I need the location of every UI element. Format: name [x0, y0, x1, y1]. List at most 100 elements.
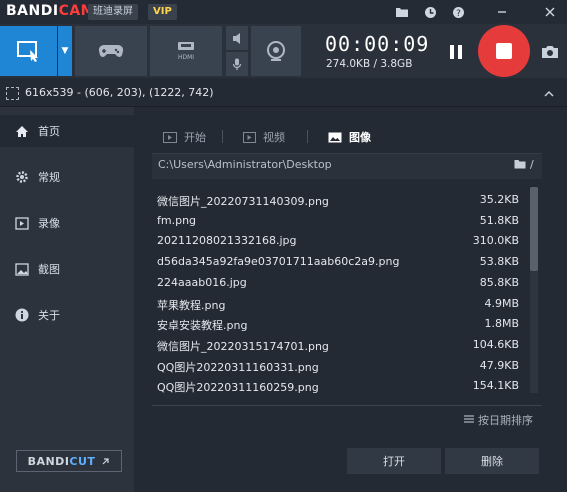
logo-text-bandi: BANDI — [6, 3, 59, 19]
sidebar-item-about[interactable]: 关于 — [0, 299, 134, 331]
sort-by-date-button[interactable]: 按日期排序 — [464, 412, 533, 428]
screenshot-button[interactable] — [538, 40, 562, 64]
microphone-icon — [232, 58, 242, 70]
audio-controls — [226, 26, 248, 76]
file-list: 微信图片_20220731140309.png 35.2KB fm.png 51.8… — [152, 185, 524, 395]
tab-label: 图像 — [349, 131, 371, 144]
list-item[interactable]: 微信图片_20220731140309.png 35.2KB — [152, 189, 524, 209]
file-size: 85.8KB — [479, 275, 519, 289]
list-item[interactable]: 安卓安装教程.png 1.8MB — [152, 313, 524, 333]
screen-record-mode-button[interactable] — [0, 26, 57, 76]
tab-image[interactable]: 图像 — [327, 128, 371, 146]
speaker-toggle[interactable] — [226, 26, 248, 50]
file-size: 154.1KB — [472, 379, 519, 393]
list-sort-icon — [464, 414, 474, 426]
sidebar-item-label: 首页 — [38, 125, 60, 138]
vip-badge[interactable]: VIP — [148, 4, 177, 20]
recording-size: 274.0KB / 3.8GB — [326, 58, 413, 70]
list-item[interactable]: fm.png 51.8KB — [152, 210, 524, 230]
sidebar-item-label: 录像 — [38, 217, 60, 230]
close-icon[interactable] — [540, 2, 560, 22]
list-item[interactable]: QQ图片20220311160331.png 47.9KB — [152, 355, 524, 375]
list-item[interactable]: 20211208021332168.jpg 310.0KB — [152, 230, 524, 250]
file-size: 53.8KB — [479, 255, 519, 269]
list-item[interactable]: 微信图片_20220315174701.png 104.6KB — [152, 334, 524, 354]
bandicam-window: BANDICAM 班迪录屏 VIP ? ▼ HDMI 00:00:09 274.… — [0, 0, 567, 492]
sidebar-item-screenshot[interactable]: 截图 — [0, 253, 134, 285]
scrollbar-thumb[interactable] — [530, 187, 538, 271]
file-name: 微信图片_20220315174701.png — [157, 339, 329, 353]
pause-icon — [450, 45, 462, 59]
gamepad-icon — [98, 44, 124, 57]
sidebar-item-label: 截图 — [38, 263, 60, 276]
webcam-icon — [267, 41, 285, 61]
file-name: 苹果教程.png — [157, 298, 226, 312]
region-selector-icon[interactable] — [6, 87, 19, 100]
file-name: 224aaab016.jpg — [157, 275, 247, 289]
file-size: 1.8MB — [484, 317, 519, 331]
stop-icon — [496, 43, 512, 59]
edition-badge: 班迪录屏 — [88, 4, 138, 20]
list-item[interactable]: QQ图片20220311160259.png 154.1KB — [152, 375, 524, 395]
delete-button[interactable]: 删除 — [445, 448, 539, 474]
speaker-icon — [232, 32, 240, 44]
open-folder-button[interactable]: / — [514, 157, 538, 171]
info-icon — [14, 307, 30, 323]
sort-label: 按日期排序 — [478, 414, 533, 427]
file-name: d56da345a92fa9e03701711aab60c2a9.png — [157, 255, 400, 269]
file-name: fm.png — [157, 213, 197, 227]
tab-start[interactable]: 开始 — [162, 128, 206, 146]
help-icon[interactable]: ? — [448, 2, 468, 22]
list-item[interactable]: 苹果教程.png 4.9MB — [152, 293, 524, 313]
image-icon — [14, 261, 30, 277]
screen-region-icon — [16, 41, 38, 62]
svg-text:?: ? — [456, 9, 461, 19]
divider — [152, 405, 542, 406]
file-size: 104.6KB — [472, 337, 519, 351]
clock-icon[interactable] — [420, 2, 440, 22]
bandicut-button[interactable]: BANDI CUT — [16, 450, 122, 472]
file-size: 4.9MB — [484, 296, 519, 310]
list-item[interactable]: d56da345a92fa9e03701711aab60c2a9.png 53.8… — [152, 251, 524, 271]
collapse-chevron-up-icon[interactable] — [541, 85, 557, 101]
sidebar-item-video[interactable]: 录像 — [0, 207, 134, 239]
file-name: 安卓安装教程.png — [157, 319, 248, 333]
file-name: QQ图片20220311160331.png — [157, 360, 319, 374]
sidebar-item-label: 关于 — [38, 309, 60, 322]
mic-toggle[interactable] — [226, 52, 248, 76]
webcam-toggle[interactable] — [251, 26, 301, 76]
camera-icon — [542, 46, 558, 58]
file-name: QQ图片20220311160259.png — [157, 381, 319, 395]
sidebar-item-home[interactable]: 首页 — [0, 115, 134, 147]
region-dimensions: 616x539 - (606, 203), (1222, 742) — [25, 86, 214, 99]
file-name: 微信图片_20220731140309.png — [157, 195, 329, 208]
tab-label: 视频 — [263, 131, 285, 144]
tab-video[interactable]: 视频 — [241, 128, 285, 146]
folder-icon[interactable] — [392, 2, 412, 22]
pause-button[interactable] — [444, 40, 468, 64]
video-icon — [14, 215, 30, 231]
app-logo: BANDICAM — [6, 3, 95, 19]
tab-label: 开始 — [184, 131, 206, 144]
sidebar-item-label: 常规 — [38, 171, 60, 184]
game-record-mode-button[interactable] — [75, 26, 147, 76]
recording-timer: 00:00:09 — [325, 32, 430, 56]
stop-record-button[interactable] — [478, 25, 530, 77]
current-path: C:\Users\Administrator\Desktop — [158, 158, 332, 171]
bandicut-text: BANDI — [27, 454, 70, 468]
device-record-mode-button[interactable]: HDMI — [150, 26, 222, 76]
file-size: 35.2KB — [479, 193, 519, 206]
film-icon — [162, 130, 178, 144]
home-icon — [14, 123, 30, 139]
svg-text:HDMI: HDMI — [178, 54, 194, 61]
image-icon — [327, 130, 343, 144]
file-size: 47.9KB — [479, 358, 519, 372]
play-icon — [241, 130, 257, 144]
sidebar-item-general[interactable]: 常规 — [0, 161, 134, 193]
minimize-icon[interactable] — [492, 2, 512, 22]
chevron-down-icon[interactable]: ▼ — [58, 26, 72, 76]
hdmi-icon: HDMI — [178, 42, 194, 61]
list-item[interactable]: 224aaab016.jpg 85.8KB — [152, 272, 524, 292]
external-link-icon — [102, 457, 110, 464]
open-button[interactable]: 打开 — [347, 448, 441, 474]
